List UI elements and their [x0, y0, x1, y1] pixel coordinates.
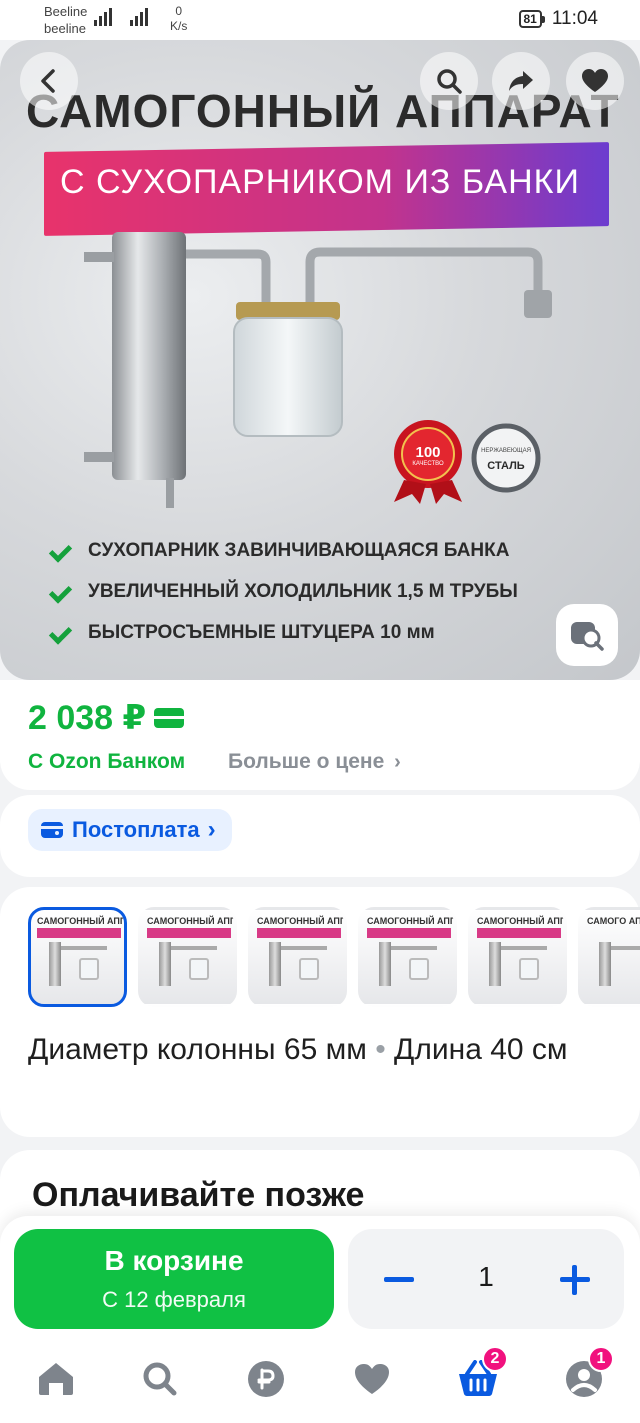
feature-text: УВЕЛИЧЕННЫЙ ХОЛОДИЛЬНИК 1,5 М ТРУБЫ	[88, 581, 518, 602]
operator-1: Beeline	[44, 4, 88, 19]
thumbnail-caption: САМОГОННЫЙ АППАРАТ	[147, 916, 237, 926]
postpay-label: Постоплата	[72, 817, 200, 842]
network-speed-unit: K/s	[170, 19, 188, 33]
signal-icons	[94, 8, 148, 26]
variant-thumbnail[interactable]: САМОГО АППАРАТ	[578, 907, 640, 1007]
heart-icon	[355, 1364, 389, 1394]
variants-section: САМОГОННЫЙ АППАРАТ САМОГОННЫЙ АППАРАТ СА…	[0, 887, 640, 1137]
thumbnail-caption: САМОГОННЫЙ АППАРАТ	[257, 916, 347, 926]
search-icon	[143, 1362, 177, 1396]
status-bar: Beeline beeline 0 K/s 81 11:04	[0, 0, 640, 40]
operator-2: beeline	[44, 21, 86, 36]
in-cart-label: В корзине	[104, 1245, 244, 1276]
feature-item: БЫСТРОСЪЕМНЫЕ ШТУЦЕРА 10 мм	[50, 622, 435, 644]
product-image[interactable]: САМОГОННЫЙ АППАРАТ С СУХОПАРНИКОМ ИЗ БАН…	[0, 40, 640, 680]
card-icon	[154, 708, 185, 728]
price-value: 2 038 ₽	[28, 699, 147, 737]
wallet-icon	[41, 822, 63, 838]
cart-badge: 2	[482, 1346, 508, 1372]
steel-badge-top: НЕРЖАВЕЮЩАЯ	[481, 448, 531, 454]
thumbnail-caption: САМОГО АППАРАТ	[587, 916, 640, 926]
ozon-bank-label: С Ozon Банком	[28, 750, 186, 773]
clock: 11:04	[551, 8, 598, 29]
pay-later-title: Оплачивайте позже	[32, 1176, 365, 1214]
quantity-stepper: 1	[348, 1229, 624, 1329]
more-about-price-link[interactable]: Больше о цене ›	[228, 750, 401, 774]
spec-separator: •	[375, 1033, 386, 1066]
tab-search[interactable]	[132, 1354, 188, 1404]
postpay-button[interactable]: Постоплата ›	[28, 809, 232, 851]
network-speed: 0 K/s	[170, 4, 187, 34]
feature-text: СУХОПАРНИК ЗАВИНЧИВАЮЩАЯСЯ БАНКА	[88, 540, 510, 561]
network-speed-value: 0	[175, 4, 183, 18]
variant-thumbnails: САМОГОННЫЙ АППАРАТ САМОГОННЫЙ АППАРАТ СА…	[28, 907, 640, 1007]
battery-icon: 81	[518, 10, 546, 28]
image-search-button[interactable]	[556, 604, 618, 666]
signal-strength-icon	[94, 8, 112, 26]
in-cart-button[interactable]: В корзине С 12 февраля	[14, 1229, 334, 1329]
tab-cart[interactable]: 2	[450, 1346, 508, 1404]
operator-labels: Beeline beeline	[44, 3, 87, 37]
profile-badge: 1	[588, 1346, 614, 1372]
price-section: 2 038 ₽ С Ozon Банком Больше о цене ›	[0, 680, 640, 790]
thumbnail-caption: САМОГОННЫЙ АППАРАТ	[477, 916, 567, 926]
variant-thumbnail[interactable]: САМОГОННЫЙ АППАРАТ	[248, 907, 347, 1007]
tab-favorites[interactable]	[344, 1354, 400, 1404]
image-search-icon	[571, 622, 604, 651]
check-icon	[50, 582, 76, 602]
variant-thumbnail[interactable]: САМОГОННЫЙ АППАРАТ	[468, 907, 567, 1007]
postpay-section: Постоплата ›	[0, 795, 640, 877]
variant-thumbnail[interactable]: САМОГОННЫЙ АППАРАТ	[28, 907, 127, 1007]
quality-badge-text: КАЧЕСТВО	[412, 461, 444, 467]
tab-finance[interactable]	[238, 1354, 294, 1404]
check-icon	[50, 541, 76, 561]
home-icon	[39, 1363, 73, 1395]
check-icon	[50, 623, 76, 643]
spec-diameter: Диаметр колонны 65 мм	[28, 1033, 367, 1066]
chevron-right-icon: ›	[207, 816, 216, 843]
thumbnail-caption: САМОГОННЫЙ АППАРАТ	[367, 916, 457, 926]
variant-spec: Диаметр колонны 65 мм • Длина 40 см	[28, 1025, 588, 1075]
signal-strength-icon	[130, 8, 148, 26]
steel-badge-main: СТАЛЬ	[487, 460, 525, 472]
feature-item: СУХОПАРНИК ЗАВИНЧИВАЮЩАЯСЯ БАНКА	[50, 540, 509, 562]
tab-home[interactable]	[28, 1354, 84, 1404]
bottom-tab-bar: 2 1	[0, 1336, 640, 1423]
ruble-icon	[248, 1361, 284, 1397]
feature-text: БЫСТРОСЪЕМНЫЕ ШТУЦЕРА 10 мм	[88, 622, 435, 643]
more-about-price-label: Больше о цене	[228, 750, 385, 773]
cart-action-bar: В корзине С 12 февраля 1	[0, 1216, 640, 1336]
chevron-right-icon: ›	[394, 751, 401, 773]
thumbnail-caption: САМОГОННЫЙ АППАРАТ	[37, 916, 127, 926]
quality-badge-number: 100	[415, 444, 441, 461]
delivery-date-label: С 12 февраля	[102, 1287, 246, 1312]
price[interactable]: 2 038 ₽	[28, 698, 185, 738]
increase-quantity-button[interactable]	[560, 1265, 590, 1295]
tab-profile[interactable]: 1	[556, 1346, 614, 1404]
feature-item: УВЕЛИЧЕННЫЙ ХОЛОДИЛЬНИК 1,5 М ТРУБЫ	[50, 581, 518, 603]
status-right: 81 11:04	[518, 8, 598, 30]
variant-thumbnail[interactable]: САМОГОННЫЙ АППАРАТ	[138, 907, 237, 1007]
spec-length: Длина 40 см	[394, 1033, 568, 1066]
variant-thumbnail[interactable]: САМОГОННЫЙ АППАРАТ	[358, 907, 457, 1007]
